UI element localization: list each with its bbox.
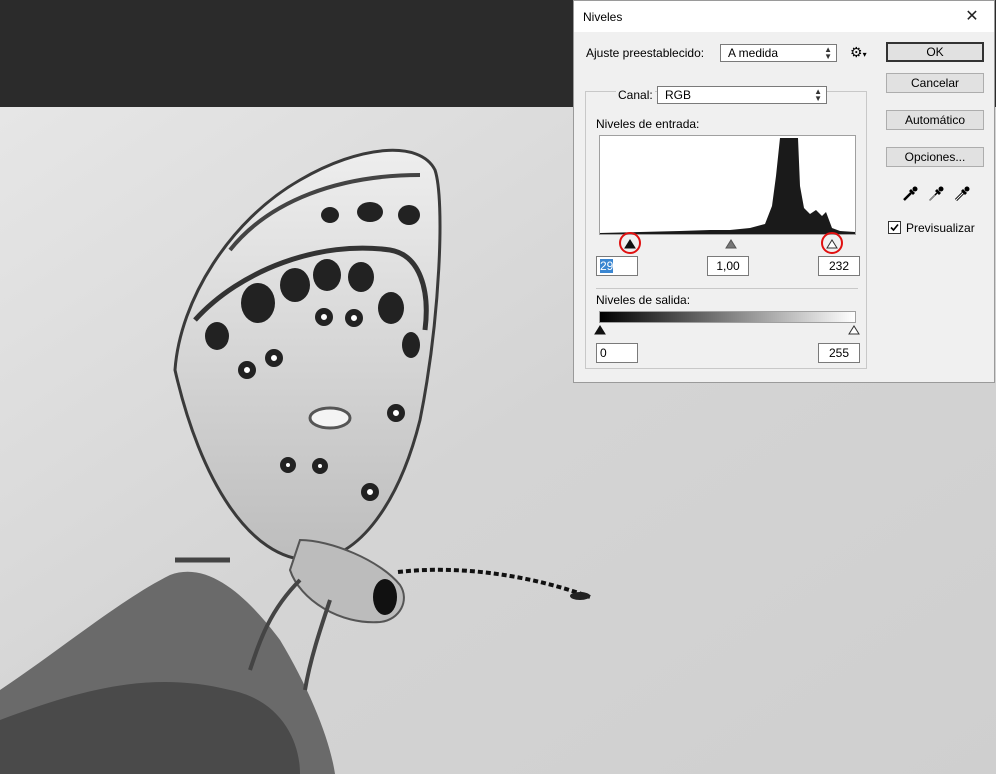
- ok-button[interactable]: OK: [886, 42, 984, 62]
- highlight-ring-black: [619, 232, 641, 254]
- preset-select[interactable]: A medida ▲ ▼: [720, 44, 837, 62]
- preset-label: Ajuste preestablecido:: [586, 46, 705, 60]
- preview-label: Previsualizar: [906, 221, 975, 235]
- preset-value: A medida: [728, 46, 779, 60]
- select-arrows-icon: ▲ ▼: [814, 87, 822, 103]
- highlight-ring-white: [821, 232, 843, 254]
- levels-dialog: Niveles ✕ Ajuste preestablecido: A medid…: [573, 0, 995, 383]
- separator: [596, 288, 858, 289]
- output-black-slider[interactable]: [594, 324, 606, 335]
- output-white-slider[interactable]: [848, 324, 860, 335]
- input-gamma-slider[interactable]: [725, 238, 737, 249]
- histogram-graph: [600, 138, 855, 234]
- gear-icon[interactable]: ⚙▾: [850, 44, 867, 61]
- preview-checkbox[interactable]: [888, 221, 901, 234]
- close-icon[interactable]: ✕: [950, 1, 994, 32]
- auto-button[interactable]: Automático: [886, 110, 984, 130]
- select-arrows-icon: ▲ ▼: [824, 45, 832, 61]
- input-black-field[interactable]: 29: [596, 256, 638, 276]
- dialog-titlebar[interactable]: Niveles ✕: [574, 1, 994, 32]
- channel-select[interactable]: RGB ▲ ▼: [657, 86, 827, 104]
- dialog-title: Niveles: [583, 10, 623, 24]
- output-gradient: [599, 311, 856, 323]
- input-levels-label: Niveles de entrada:: [596, 117, 700, 131]
- gray-eyedropper-icon[interactable]: [927, 185, 945, 203]
- output-white-field[interactable]: 255: [818, 343, 860, 363]
- white-eyedropper-icon[interactable]: [953, 185, 971, 203]
- input-gamma-field[interactable]: 1,00: [707, 256, 749, 276]
- channel-label: Canal:: [616, 88, 655, 102]
- cancel-button[interactable]: Cancelar: [886, 73, 984, 93]
- output-levels-label: Niveles de salida:: [596, 293, 691, 307]
- checkmark-icon: [890, 223, 899, 232]
- channel-value: RGB: [665, 88, 692, 102]
- input-white-field[interactable]: 232: [818, 256, 860, 276]
- black-eyedropper-icon[interactable]: [901, 185, 919, 203]
- output-black-field[interactable]: 0: [596, 343, 638, 363]
- histogram: [599, 135, 856, 235]
- options-button[interactable]: Opciones...: [886, 147, 984, 167]
- input-black-value: 29: [600, 259, 614, 273]
